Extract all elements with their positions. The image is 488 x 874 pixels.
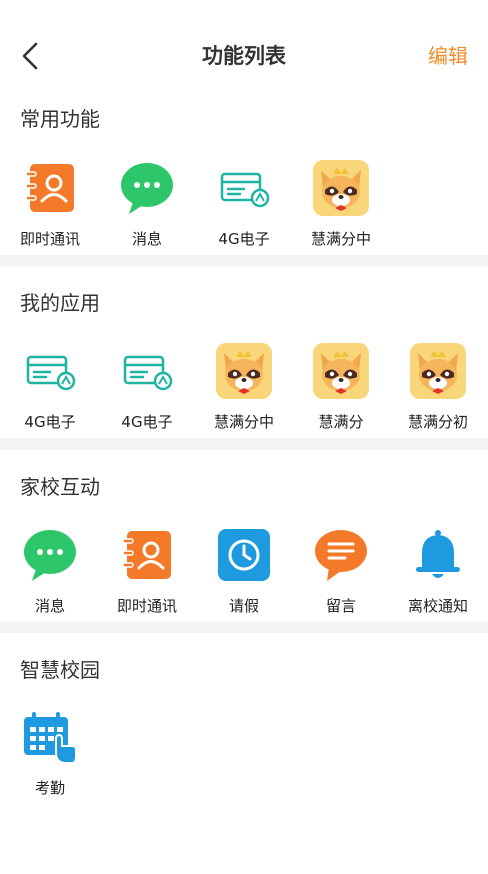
section-title-common: 常用功能 <box>20 107 100 131</box>
app-item[interactable]: 慧满分初 <box>388 343 488 443</box>
app-item[interactable]: 即时通讯 <box>0 160 100 260</box>
app-label: 考勤 <box>34 779 65 797</box>
card-icon <box>119 343 175 399</box>
section-title-smart-campus: 智慧校园 <box>20 658 100 682</box>
app-label: 即时通讯 <box>19 230 80 248</box>
section-divider <box>0 255 488 267</box>
app-label: 消息 <box>131 230 162 248</box>
app-item[interactable]: 请假 <box>194 527 294 627</box>
app-label: 慧满分中 <box>310 230 371 248</box>
app-label: 消息 <box>34 597 65 615</box>
fox-mascot-icon <box>410 343 466 399</box>
header: 功能列表 编辑 <box>0 0 488 110</box>
fox-mascot-icon <box>313 160 369 216</box>
fox-mascot-icon <box>216 343 272 399</box>
app-label: 留言 <box>325 597 356 615</box>
section-divider <box>0 438 488 450</box>
chat-bubble-icon <box>119 160 175 216</box>
app-item[interactable]: 慧满分中 <box>291 160 391 260</box>
app-item[interactable]: 慧满分中 <box>194 343 294 443</box>
bell-icon <box>410 527 466 583</box>
edit-button[interactable]: 编辑 <box>428 40 468 72</box>
section-title-my-apps: 我的应用 <box>20 291 100 315</box>
section-divider <box>0 621 488 633</box>
app-item[interactable]: 考勤 <box>0 709 100 809</box>
app-label: 离校通知 <box>407 597 468 615</box>
calendar-tap-icon <box>22 709 78 765</box>
app-item[interactable]: 离校通知 <box>388 527 488 627</box>
app-item[interactable]: 留言 <box>291 527 391 627</box>
app-label: 慧满分 <box>318 413 364 431</box>
message-icon <box>313 527 369 583</box>
section-title-home-school: 家校互动 <box>20 475 100 499</box>
card-icon <box>216 160 272 216</box>
contact-book-icon <box>22 160 78 216</box>
fox-mascot-icon <box>313 343 369 399</box>
app-label: 4G电子 <box>121 413 173 431</box>
clock-icon <box>216 527 272 583</box>
app-label: 慧满分中 <box>213 413 274 431</box>
app-item[interactable]: 4G电子 <box>97 343 197 443</box>
app-label: 4G电子 <box>218 230 270 248</box>
app-label: 慧满分初 <box>407 413 468 431</box>
app-item[interactable]: 4G电子 <box>0 343 100 443</box>
app-item[interactable]: 消息 <box>0 527 100 627</box>
app-label: 4G电子 <box>24 413 76 431</box>
app-item[interactable]: 即时通讯 <box>97 527 197 627</box>
app-label: 请假 <box>228 597 259 615</box>
app-label: 即时通讯 <box>116 597 177 615</box>
card-icon <box>22 343 78 399</box>
app-item[interactable]: 消息 <box>97 160 197 260</box>
page-title: 功能列表 <box>202 44 286 68</box>
chat-bubble-icon <box>22 527 78 583</box>
app-item[interactable]: 慧满分 <box>291 343 391 443</box>
contact-book-icon <box>119 527 175 583</box>
app-item[interactable]: 4G电子 <box>194 160 294 260</box>
